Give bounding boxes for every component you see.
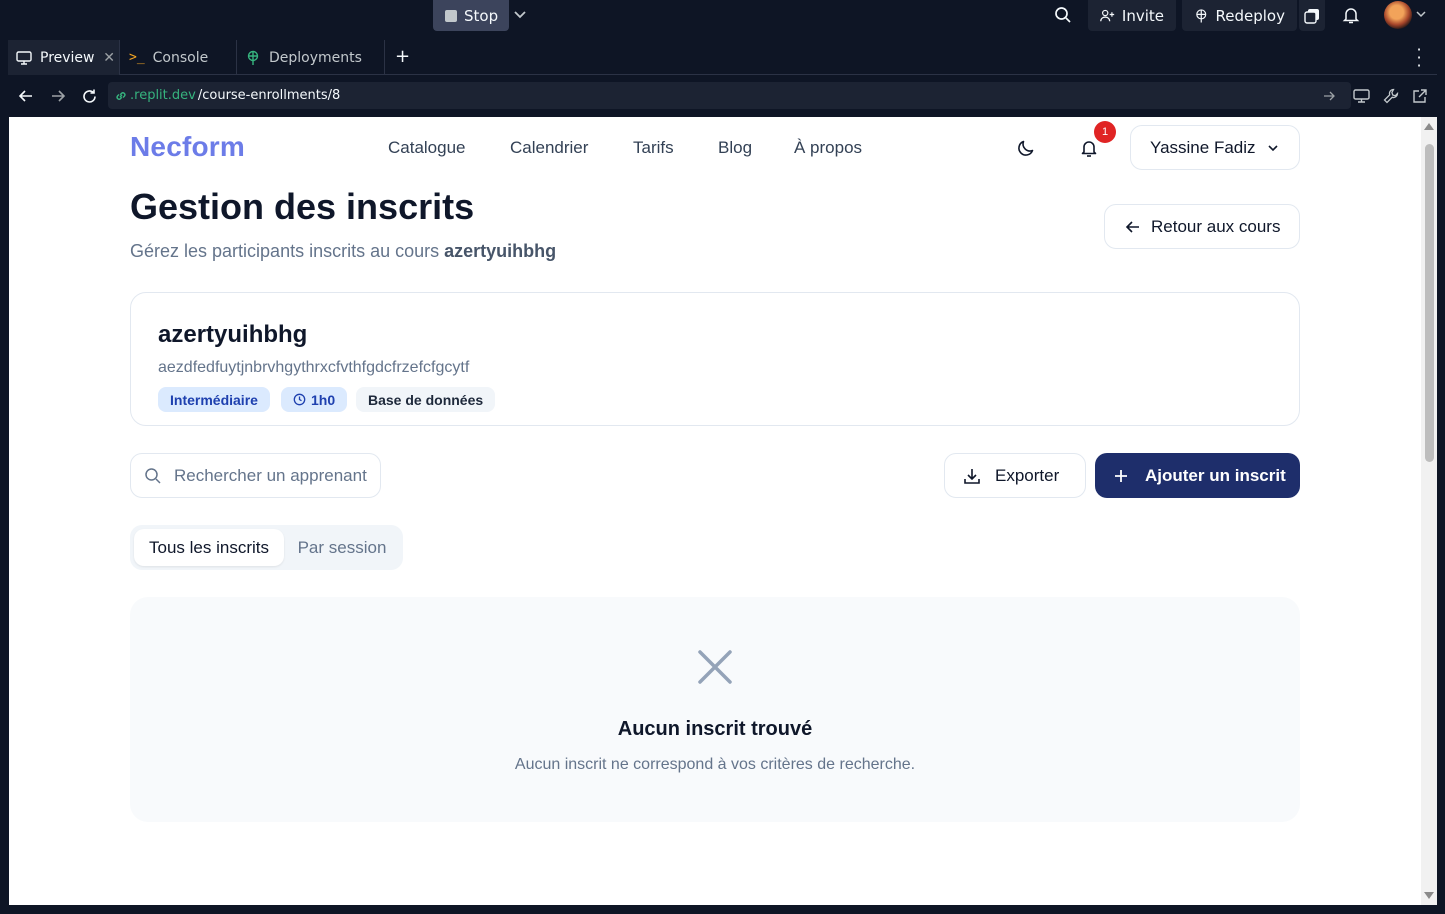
chevron-down-icon[interactable] (512, 6, 528, 22)
user-name: Yassine Fadiz (1150, 137, 1256, 157)
nav-link-calendrier[interactable]: Calendrier (510, 138, 588, 158)
url-field[interactable]: .replit.dev/course-enrollments/8 (108, 82, 1351, 109)
page-title: Gestion des inscrits (130, 186, 475, 227)
tab-deployments[interactable]: Deployments (237, 40, 385, 75)
chevron-down-icon[interactable] (1416, 9, 1426, 19)
stop-icon (445, 9, 457, 22)
more-options-icon[interactable]: · · · (1414, 42, 1424, 74)
nav-link-blog[interactable]: Blog (718, 138, 752, 158)
terminal-icon: >_ (129, 50, 145, 65)
avatar[interactable] (1384, 1, 1412, 29)
go-arrow-icon[interactable] (1319, 86, 1339, 106)
course-description: aezdfedfuytjnbrvhgythrxcfvthfgdcfrzefcfg… (158, 359, 470, 376)
external-link-icon[interactable] (1410, 86, 1430, 106)
page-subtitle: Gérez les participants inscrits au cours… (130, 241, 556, 262)
arrow-left-icon (1125, 220, 1139, 233)
nav-link-tarifs[interactable]: Tarifs (633, 138, 674, 158)
close-icon (698, 650, 732, 684)
search-icon[interactable] (1052, 4, 1074, 26)
device-icon[interactable] (1351, 86, 1371, 106)
export-button[interactable]: Exporter (944, 453, 1086, 498)
tab-by-session[interactable]: Par session (286, 529, 398, 566)
nav-link-catalogue[interactable]: Catalogue (388, 138, 466, 158)
search-icon (145, 467, 161, 484)
add-label: Ajouter un inscrit (1145, 465, 1286, 485)
preview-page: Necform Catalogue Calendrier Tarifs Blog… (9, 117, 1437, 905)
level-badge: Intermédiaire (158, 387, 270, 412)
category-badge: Base de données (356, 387, 496, 412)
course-info-card: azertyuihbhg aezdfedfuytjnbrvhgythrxcfvt… (130, 292, 1300, 426)
back-arrow-icon[interactable] (16, 86, 36, 106)
empty-title: Aucun inscrit trouvé (617, 718, 813, 740)
url-host: .replit.dev (130, 88, 196, 103)
invite-label: Invite (1121, 6, 1164, 25)
enrollment-view-tabs: Tous les inscrits Par session (130, 525, 403, 570)
new-tab-icon[interactable]: + (395, 46, 410, 67)
forward-arrow-icon[interactable] (48, 86, 68, 106)
stop-label: Stop (464, 6, 499, 25)
duration-label: 1h0 (311, 391, 336, 408)
preview-url-bar: .replit.dev/course-enrollments/8 (8, 76, 1437, 116)
notification-badge: 1 (1094, 121, 1116, 143)
chevron-down-icon (1267, 144, 1278, 151)
scrollbar[interactable] (1421, 117, 1437, 905)
clock-icon (293, 393, 306, 406)
level-label: Intermédiaire (170, 391, 258, 408)
empty-description: Aucun inscrit ne correspond à vos critèr… (514, 756, 916, 773)
back-label: Retour aux cours (1151, 216, 1281, 236)
deploy-icon (247, 50, 259, 65)
export-label: Exporter (995, 465, 1060, 485)
invite-button[interactable]: Invite (1088, 0, 1176, 31)
bell-icon[interactable] (1078, 137, 1100, 159)
nav-link-a-propos[interactable]: À propos (794, 138, 862, 158)
empty-state: Aucun inscrit trouvé Aucun inscrit ne co… (130, 597, 1300, 822)
scroll-down-icon[interactable] (1424, 892, 1434, 899)
search-input[interactable]: Rechercher un apprenant (130, 453, 381, 498)
back-to-courses-button[interactable]: Retour aux cours (1104, 204, 1300, 249)
wrench-icon[interactable] (1381, 86, 1401, 106)
reload-icon[interactable] (79, 86, 99, 106)
copy-icon (1304, 8, 1319, 24)
download-icon (964, 468, 980, 484)
category-label: Base de données (368, 391, 484, 408)
add-enrollee-button[interactable]: Ajouter un inscrit (1095, 453, 1300, 498)
close-icon[interactable]: ✕ (103, 50, 115, 66)
deploy-icon (1196, 8, 1207, 22)
tab-label: Console (152, 49, 209, 66)
tab-all-enrollees[interactable]: Tous les inscrits (134, 529, 284, 566)
course-title: azertyuihbhg (158, 321, 308, 348)
subtitle-prefix: Gérez les participants inscrits au cours (130, 241, 440, 261)
dark-mode-icon[interactable] (1015, 137, 1037, 159)
redeploy-button[interactable]: Redeploy (1182, 0, 1297, 31)
plus-icon (1115, 469, 1127, 482)
scrollbar-thumb[interactable] (1425, 144, 1434, 462)
add-user-icon (1100, 9, 1115, 21)
url-path: /course-enrollments/8 (197, 88, 341, 103)
subtitle-course-name: azertyuihbhg (444, 241, 557, 261)
redeploy-label: Redeploy (1215, 6, 1285, 25)
monitor-icon (16, 50, 32, 65)
bell-icon[interactable] (1340, 4, 1362, 26)
tab-label: Deployments (269, 49, 362, 66)
ide-top-bar: Stop Invite Redeploy (0, 0, 1445, 38)
tab-label: Preview (40, 49, 95, 66)
user-menu-button[interactable]: Yassine Fadiz (1130, 125, 1300, 170)
duration-badge: 1h0 (281, 387, 348, 412)
scroll-up-icon[interactable] (1424, 123, 1434, 130)
tab-console[interactable]: >_ Console (121, 40, 237, 75)
brand-logo[interactable]: Necform (130, 131, 245, 163)
tab-preview[interactable]: Preview ✕ (8, 40, 120, 75)
stop-button[interactable]: Stop (433, 0, 509, 31)
deploy-options-button[interactable] (1299, 0, 1325, 31)
link-icon (116, 91, 126, 100)
search-placeholder: Rechercher un apprenant (174, 465, 367, 485)
workspace-tabs: Preview ✕ >_ Console Deployments + · · · (8, 40, 1437, 75)
